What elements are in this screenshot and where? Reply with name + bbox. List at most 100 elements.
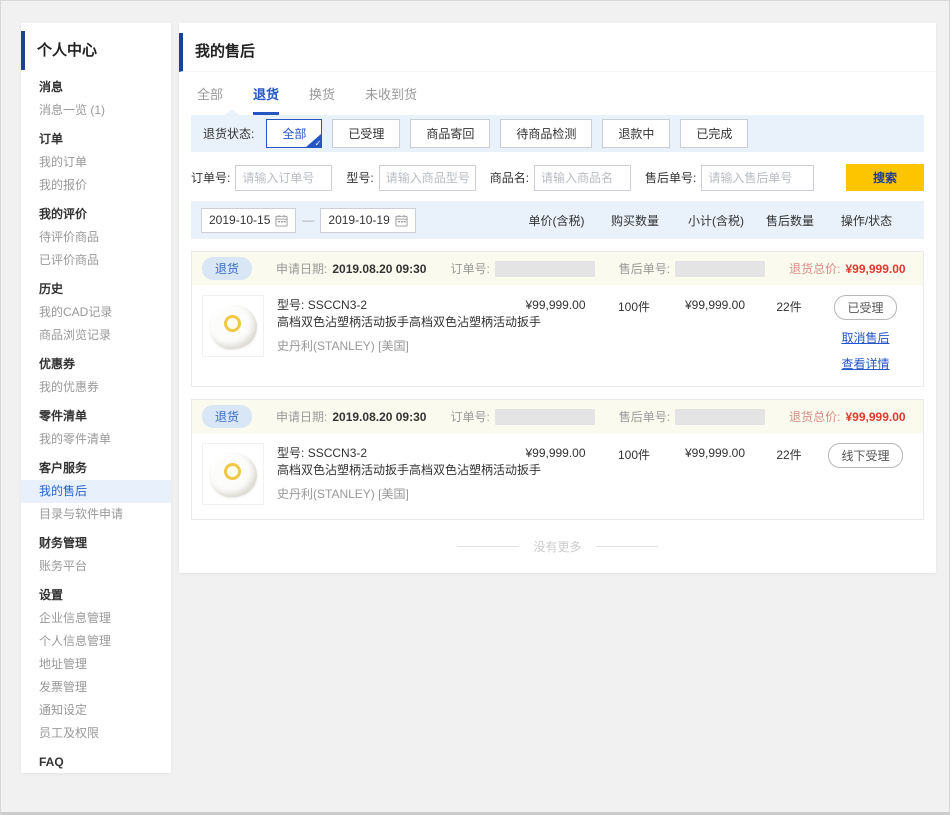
order-no-label: 订单号:	[191, 169, 230, 186]
product-thumbnail[interactable]	[202, 443, 264, 505]
section-history: 历史	[21, 278, 171, 301]
order-no-label: 订单号:	[450, 408, 489, 425]
return-status-filter-bar: 退货状态: 全部 ✓ 已受理 商品寄回 待商品检测 退款中 已完成	[191, 115, 924, 152]
product-model: 型号: SSCCN3-2	[277, 445, 513, 462]
unit-price: ¥99,999.00	[513, 295, 598, 372]
return-total: 退货总价: ¥99,999.00	[789, 260, 905, 277]
filter-option-pending-inspection[interactable]: 待商品检测	[500, 119, 592, 148]
filter-option-completed[interactable]: 已完成	[680, 119, 748, 148]
main-panel: 我的售后 全部 退货 换货 未收到货 退货状态: 全部 ✓ 已受理 商品寄回 待…	[179, 23, 936, 573]
model-value: SSCCN3-2	[308, 446, 367, 460]
order-card-body: 型号: SSCCN3-2 高档双色沾塑柄活动扳手高档双色沾塑柄活动扳手 史丹利(…	[192, 433, 923, 519]
filter-option-accepted[interactable]: 已受理	[332, 119, 400, 148]
aftersales-qty: 22件	[760, 443, 818, 505]
apply-date-label: 申请日期:	[276, 408, 327, 425]
tab-exchange[interactable]: 换货	[309, 84, 335, 115]
product-thumbnail[interactable]	[202, 295, 264, 357]
sidebar-item-my-coupons[interactable]: 我的优惠券	[21, 376, 171, 399]
unit-price: ¥99,999.00	[513, 443, 598, 505]
model-label: 型号:	[277, 298, 304, 312]
aftersales-tabs: 全部 退货 换货 未收到货	[179, 72, 936, 115]
filter-option-all[interactable]: 全部 ✓	[266, 119, 322, 148]
sidebar-item-my-parts-list[interactable]: 我的零件清单	[21, 428, 171, 451]
section-orders: 订单	[21, 128, 171, 151]
return-total-label: 退货总价:	[789, 408, 840, 425]
subtotal: ¥99,999.00	[670, 295, 760, 372]
filter-option-goods-returned[interactable]: 商品寄回	[410, 119, 490, 148]
return-total-label: 退货总价:	[789, 260, 840, 277]
sidebar-item-staff-permissions[interactable]: 员工及权限	[21, 722, 171, 745]
return-badge: 退货	[202, 257, 252, 280]
return-total-value: ¥99,999.00	[845, 410, 905, 424]
order-no: 订单号:	[450, 408, 594, 425]
sidebar-item-finance-platform[interactable]: 账务平台	[21, 555, 171, 578]
product-name[interactable]: 高档双色沾塑柄活动扳手高档双色沾塑柄活动扳手	[277, 314, 513, 331]
column-subtotal: 小计(含税)	[671, 212, 761, 229]
sidebar-item-cad-history[interactable]: 我的CAD记录	[21, 301, 171, 324]
apply-date: 申请日期: 2019.08.20 09:30	[276, 260, 426, 277]
purchase-qty: 100件	[598, 443, 670, 505]
sidebar-item-address-management[interactable]: 地址管理	[21, 653, 171, 676]
product-brand: 史丹利(STANLEY) [美国]	[277, 338, 513, 355]
sidebar-item-browsing-history[interactable]: 商品浏览记录	[21, 324, 171, 347]
column-aftersales-qty: 售后数量	[761, 212, 819, 229]
apply-date-value: 2019.08.20 09:30	[332, 410, 426, 424]
sidebar-item-company-info[interactable]: 企业信息管理	[21, 607, 171, 630]
cancel-aftersales-link[interactable]: 取消售后	[841, 329, 889, 346]
aftersales-no-label: 售后单号:	[619, 260, 670, 277]
sidebar-item-personal-info[interactable]: 个人信息管理	[21, 630, 171, 653]
sidebar-item-reviewed[interactable]: 已评价商品	[21, 249, 171, 272]
model-label: 型号:	[277, 446, 304, 460]
aftersales-no-label: 售后单号:	[645, 169, 696, 186]
apply-date: 申请日期: 2019.08.20 09:30	[276, 408, 426, 425]
product-model: 型号: SSCCN3-2	[277, 297, 513, 314]
return-total-value: ¥99,999.00	[845, 262, 905, 276]
tab-not-received[interactable]: 未收到货	[365, 84, 417, 115]
order-no-field: 订单号:	[191, 165, 332, 191]
order-card-header: 退货 申请日期: 2019.08.20 09:30 订单号: 售后单号: 退货总…	[192, 252, 923, 285]
column-action-status: 操作/状态	[819, 212, 914, 229]
product-brand: 史丹利(STANLEY) [美国]	[277, 486, 513, 503]
order-no-input[interactable]	[235, 165, 332, 191]
status-badge: 已受理	[834, 295, 896, 320]
sidebar-item-my-aftersales[interactable]: 我的售后	[21, 480, 171, 503]
valve-ring	[224, 315, 241, 332]
section-messages: 消息	[21, 76, 171, 99]
order-no-redacted	[495, 261, 595, 277]
aftersales-no-input[interactable]	[701, 165, 814, 191]
order-no: 订单号:	[450, 260, 594, 277]
apply-date-value: 2019.08.20 09:30	[332, 262, 426, 276]
return-status-label: 退货状态:	[203, 125, 254, 142]
section-settings: 设置	[21, 584, 171, 607]
return-badge: 退货	[202, 405, 252, 428]
column-purchase-qty: 购买数量	[599, 212, 671, 229]
date-from-input[interactable]: 2019-10-15	[201, 208, 296, 233]
calendar-icon	[275, 214, 288, 227]
sidebar-item-invoice-management[interactable]: 发票管理	[21, 676, 171, 699]
order-no-redacted	[495, 409, 595, 425]
sidebar-item-notification-settings[interactable]: 通知设定	[21, 699, 171, 722]
filter-option-refunding[interactable]: 退款中	[602, 119, 670, 148]
checkmark-icon: ✓	[315, 139, 322, 148]
sidebar-item-my-orders[interactable]: 我的订单	[21, 151, 171, 174]
no-more-text: 没有更多	[533, 538, 581, 555]
action-column: 线下受理	[818, 443, 913, 505]
sidebar-item-my-quotes[interactable]: 我的报价	[21, 174, 171, 197]
filter-option-all-label: 全部	[282, 127, 306, 141]
section-coupons: 优惠券	[21, 353, 171, 376]
model-input[interactable]	[379, 165, 476, 191]
view-details-link[interactable]: 查看详情	[841, 355, 889, 372]
tab-return[interactable]: 退货	[253, 84, 279, 115]
date-to-value: 2019-10-19	[328, 213, 389, 227]
product-name-input[interactable]	[534, 165, 631, 191]
sidebar-item-pending-review[interactable]: 待评价商品	[21, 226, 171, 249]
search-button[interactable]: 搜索	[846, 164, 924, 191]
sidebar-item-messages-list[interactable]: 消息一览 (1)	[21, 99, 171, 122]
date-to-input[interactable]: 2019-10-19	[320, 208, 415, 233]
sidebar-item-catalog-software-request[interactable]: 目录与软件申请	[21, 503, 171, 526]
product-text: 型号: SSCCN3-2 高档双色沾塑柄活动扳手高档双色沾塑柄活动扳手 史丹利(…	[277, 443, 513, 505]
product-name[interactable]: 高档双色沾塑柄活动扳手高档双色沾塑柄活动扳手	[277, 462, 513, 479]
tab-all[interactable]: 全部	[197, 84, 223, 115]
action-column: 已受理 取消售后 查看详情	[818, 295, 913, 372]
product-name-field: 商品名:	[490, 165, 631, 191]
